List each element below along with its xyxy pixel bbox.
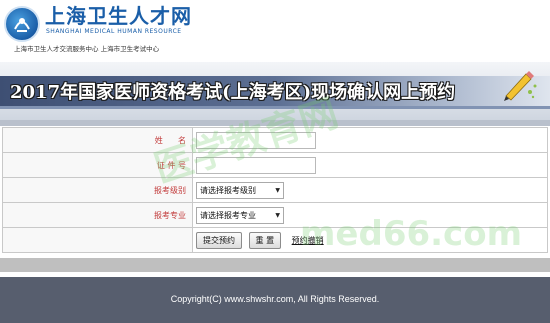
banner-title: 2017年国家医师资格考试(上海考区)现场确认网上预约 bbox=[10, 82, 456, 103]
footer: Copyright(C) www.shwshr.com, All Rights … bbox=[0, 277, 550, 323]
form-row-id: 证 件 号 bbox=[2, 152, 548, 178]
id-number-input[interactable] bbox=[196, 156, 316, 174]
form-row-actions: 提交预约 重 置 预约撤销 bbox=[2, 227, 548, 253]
dropdown-arrow-icon: ▼ bbox=[275, 211, 280, 219]
logo-org-names: 上海市卫生人才交流服务中心 上海市卫生考试中心 bbox=[14, 45, 160, 53]
pencil-icon bbox=[504, 71, 537, 101]
logo-subtitle-en: SHANGHAI MEDICAL HUMAN RESOURCE bbox=[46, 28, 182, 35]
form-row-name: 姓 名 bbox=[2, 127, 548, 153]
exam-level-label: 报考级别 bbox=[2, 177, 193, 203]
form-row-level: 报考级别 请选择报考级别 ▼ bbox=[2, 177, 548, 203]
reservation-form: 姓 名 证 件 号 报考级别 请选择报考级别 ▼ 报考专业 请选择报考专业 ▼ bbox=[2, 127, 548, 253]
reset-button[interactable]: 重 置 bbox=[248, 231, 282, 249]
exam-major-label: 报考专业 bbox=[2, 202, 193, 228]
page-banner: 2017年国家医师资格考试(上海考区)现场确认网上预约 bbox=[0, 62, 550, 120]
gray-separator bbox=[0, 258, 550, 272]
name-label: 姓 名 bbox=[2, 127, 193, 153]
exam-major-selected: 请选择报考专业 bbox=[200, 210, 256, 220]
form-row-major: 报考专业 请选择报考专业 ▼ bbox=[2, 202, 548, 228]
site-header: 上海卫生人才网 SHANGHAI MEDICAL HUMAN RESOURCE … bbox=[0, 0, 550, 62]
divider-bar bbox=[0, 120, 550, 126]
logo-icon bbox=[4, 6, 40, 42]
logo-title: 上海卫生人才网 bbox=[45, 4, 192, 28]
copyright-text: Copyright(C) www.shwshr.com, All Rights … bbox=[170, 294, 380, 304]
id-number-label: 证 件 号 bbox=[2, 152, 193, 178]
cancel-reservation-link[interactable]: 预约撤销 bbox=[292, 236, 324, 245]
submit-button[interactable]: 提交预约 bbox=[196, 231, 242, 249]
exam-level-selected: 请选择报考级别 bbox=[200, 185, 256, 195]
exam-level-select[interactable]: 请选择报考级别 ▼ bbox=[196, 181, 284, 199]
name-input[interactable] bbox=[196, 131, 316, 149]
dropdown-arrow-icon: ▼ bbox=[275, 186, 280, 194]
exam-major-select[interactable]: 请选择报考专业 ▼ bbox=[196, 206, 284, 224]
